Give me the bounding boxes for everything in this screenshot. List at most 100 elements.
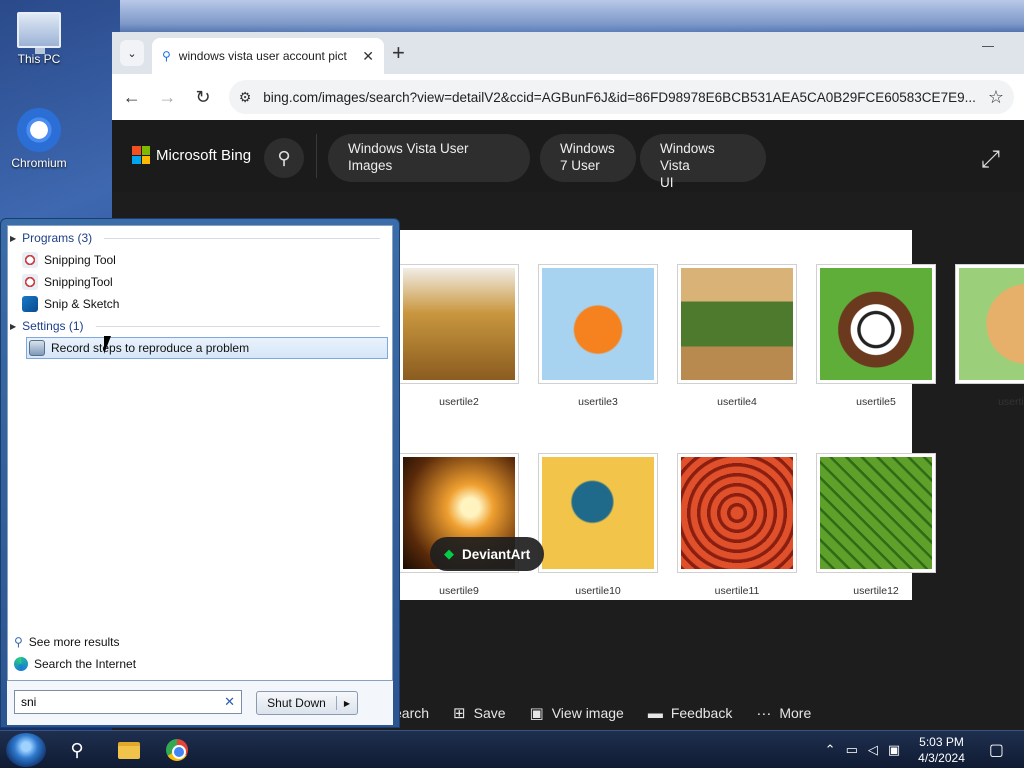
program-result[interactable]: Snip & Sketch — [20, 293, 382, 315]
site-info-icon[interactable]: ⚙ — [239, 89, 252, 106]
forward-icon[interactable]: → — [158, 87, 178, 108]
tile-thumbnail — [816, 264, 936, 384]
clock-date: 4/3/2024 — [918, 751, 965, 765]
action-save[interactable]: ⊞ Save — [453, 704, 506, 722]
magnifier-icon: ⚲ — [14, 635, 23, 649]
volume-muted-icon[interactable]: ◁ — [868, 742, 878, 758]
back-icon[interactable]: ← — [122, 87, 142, 108]
related-chip[interactable]: Windows Vista UI — [640, 134, 766, 190]
tile-label: usertile5 — [856, 396, 896, 408]
bing-logo-text: Microsoft Bing — [156, 146, 252, 164]
edge-icon — [14, 657, 28, 671]
start-search-input[interactable]: sni ✕ — [14, 690, 242, 714]
start-orb-icon[interactable] — [6, 733, 46, 767]
reload-icon[interactable]: ↻ — [193, 87, 213, 108]
snipping-tool-icon — [22, 252, 38, 268]
image-tile[interactable]: usertile5 — [816, 264, 936, 408]
deviantart-label: DeviantArt — [462, 546, 531, 562]
tile-label: usertile2 — [439, 396, 479, 408]
image-tile[interactable]: usertile11 — [677, 453, 797, 597]
system-tray: ⌃ ▭ ◁ ▣ 5:03 PM 4/3/2024 ▢ — [825, 731, 1004, 768]
action-label: More — [779, 705, 812, 721]
related-chip[interactable]: Windows 7 User — [540, 134, 636, 182]
desktop-icon-label: This PC — [17, 52, 61, 66]
group-label: Programs (3) — [22, 231, 93, 245]
link-label: See more results — [28, 635, 120, 649]
snipping-tool-icon — [22, 274, 38, 290]
search-button[interactable]: ⚲ — [264, 138, 304, 178]
tile-label: usertile12 — [853, 585, 899, 597]
clock[interactable]: 5:03 PM 4/3/2024 — [918, 734, 965, 766]
expand-triangle-icon: ▶ — [10, 321, 17, 331]
tab-active[interactable]: ⚲ windows vista user account pict ✕ — [152, 38, 384, 74]
chevron-up-icon[interactable]: ⌃ — [825, 742, 836, 758]
search-internet-link[interactable]: Search the Internet — [14, 657, 136, 671]
result-label: Record steps to reproduce a problem — [51, 341, 250, 355]
notifications-icon[interactable]: ▢ — [989, 740, 1004, 760]
tile-label: usertile11 — [714, 585, 760, 597]
shutdown-label: Shut Down — [257, 696, 337, 710]
action-label: View image — [551, 705, 624, 721]
tile-thumbnail — [538, 264, 658, 384]
network-icon[interactable]: ▭ — [846, 742, 858, 758]
image-tile[interactable]: usertile3 — [538, 264, 658, 408]
action-label: Save — [473, 705, 506, 721]
programs-group-header[interactable]: ▶ Programs (3) — [10, 231, 380, 245]
bing-logo[interactable]: Microsoft Bing — [132, 146, 251, 164]
settings-result-selected[interactable]: Record steps to reproduce a problem — [26, 337, 388, 359]
close-tab-icon[interactable]: ✕ — [362, 48, 374, 65]
desktop-icon-this-pc[interactable]: This PC — [4, 12, 74, 66]
address-bar[interactable]: ⚙ bing.com/images/search?view=detailV2&c… — [228, 80, 1014, 114]
tab-title: windows vista user account pict — [178, 49, 347, 63]
action-center-flag-icon[interactable]: ▣ — [888, 742, 900, 758]
shutdown-options-arrow-icon[interactable]: ▶ — [337, 699, 357, 708]
taskbar: ⚲ ⌃ ▭ ◁ ▣ 5:03 PM 4/3/2024 ▢ — [0, 730, 1024, 768]
settings-group-header[interactable]: ▶ Settings (1) — [10, 319, 380, 333]
image-tile[interactable]: usertile — [955, 264, 1024, 408]
tile-thumbnail — [677, 453, 797, 573]
new-tab-button[interactable]: + — [392, 40, 405, 66]
tile-label: usertile — [998, 396, 1024, 408]
image-tile[interactable]: usertile2 — [399, 264, 519, 408]
see-more-results-link[interactable]: ⚲ See more results — [14, 635, 120, 649]
tile-label: usertile9 — [439, 585, 479, 597]
search-icon: ⚲ — [277, 147, 291, 168]
tile-label: usertile4 — [717, 396, 757, 408]
chrome-taskbar-icon[interactable] — [164, 737, 190, 763]
bookmark-star-icon[interactable]: ☆ — [988, 87, 1004, 108]
computer-icon — [17, 12, 61, 54]
save-icon: ⊞ — [453, 705, 466, 722]
result-label: Snip & Sketch — [44, 297, 120, 311]
desktop-icon-label: Chromium — [11, 156, 67, 170]
image-tile[interactable]: usertile4 — [677, 264, 797, 408]
image-tile[interactable]: usertile10 — [538, 453, 658, 597]
group-label: Settings (1) — [22, 319, 84, 333]
tile-thumbnail — [538, 453, 658, 573]
expand-icon[interactable]: ⤢ — [981, 146, 1000, 174]
minimize-button[interactable] — [982, 46, 994, 47]
chromium-icon — [17, 108, 61, 152]
divider — [104, 237, 380, 239]
search-icon[interactable]: ⚲ — [64, 737, 90, 763]
search-icon: ⚲ — [162, 49, 171, 63]
shutdown-button[interactable]: Shut Down ▶ — [256, 691, 358, 715]
tab-search-button[interactable]: ⌄ — [120, 40, 144, 66]
related-chip[interactable]: Windows Vista User Images — [328, 134, 530, 182]
file-explorer-icon[interactable] — [116, 737, 142, 763]
browser-toolbar: ← → ↻ ⚙ bing.com/images/search?view=deta… — [112, 74, 1024, 120]
action-feedback[interactable]: ▬ Feedback — [648, 705, 732, 722]
action-view-image[interactable]: ▣ View image — [530, 704, 624, 722]
image-tile[interactable]: usertile12 — [816, 453, 936, 597]
mouse-cursor-icon — [104, 336, 111, 354]
program-result[interactable]: SnippingTool — [20, 271, 382, 293]
desktop-icon-chromium[interactable]: Chromium — [4, 108, 74, 170]
action-more[interactable]: ··· More — [756, 705, 811, 722]
action-label: Feedback — [670, 705, 733, 721]
tile-thumbnail — [399, 264, 519, 384]
program-result[interactable]: Snipping Tool — [20, 249, 382, 271]
image-tile[interactable]: usertile9 — [399, 453, 519, 597]
deviantart-badge[interactable]: ◆ DeviantArt — [430, 537, 545, 571]
chip-label: Windows Vista User Images — [348, 141, 469, 173]
clear-search-icon[interactable]: ✕ — [224, 694, 235, 710]
bing-header: Microsoft Bing ⚲ Windows Vista User Imag… — [112, 120, 1024, 192]
